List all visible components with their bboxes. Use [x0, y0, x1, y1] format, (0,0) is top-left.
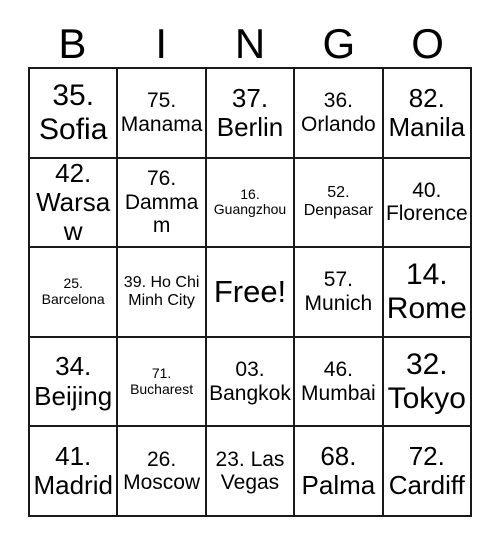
bingo-cell-label: 26. Moscow	[123, 447, 201, 495]
header-letter-i: I	[155, 20, 168, 67]
bingo-cell-label: 52. Denpasar	[303, 184, 374, 220]
bingo-cell-label: 25. Barcelona	[41, 275, 105, 307]
bingo-cell[interactable]: 37. Berlin	[206, 69, 296, 159]
bingo-cell-label: 46. Mumbai	[301, 358, 376, 405]
bingo-cell-label: 76. Dammam	[124, 167, 199, 238]
bingo-cell[interactable]: 46. Mumbai	[295, 337, 384, 428]
bingo-card: B I N G O 35. Sofia 75. Manama 37. Berli…	[28, 10, 472, 518]
bingo-cell-label: 72. Cardiff	[388, 441, 465, 501]
bingo-cell-free-label: Free!	[213, 273, 287, 309]
bingo-cell-label: 23. Las Vegas	[215, 447, 285, 495]
bingo-cell-label: 37. Berlin	[216, 82, 284, 142]
bingo-cell-label: 57. Munich	[304, 268, 373, 315]
bingo-cell-label: 16. Guangzhou	[213, 185, 287, 218]
bingo-cell[interactable]: 72. Cardiff	[383, 427, 472, 517]
bingo-cell[interactable]: 75. Manama	[118, 69, 207, 159]
bingo-cell-label: 82. Manila	[388, 82, 466, 142]
bingo-cell[interactable]: 26. Moscow	[118, 427, 207, 517]
bingo-cell[interactable]: 76. Dammam	[118, 158, 207, 249]
header-letter-n: N	[234, 20, 266, 67]
bingo-cell[interactable]: 36. Orlando	[295, 69, 384, 159]
bingo-cell-free[interactable]: Free!	[206, 248, 296, 338]
bingo-cell-label: 32. Tokyo	[387, 348, 466, 415]
bingo-cell-label: 71. Bucharest	[130, 364, 194, 397]
bingo-cell[interactable]: 39. Ho Chi Minh City	[118, 248, 207, 338]
bingo-cell-label: 40. Florence	[385, 178, 468, 226]
bingo-cell-label: 34. Beijing	[34, 351, 113, 411]
bingo-cell[interactable]: 68. Palma	[295, 427, 384, 517]
header-letter-o: O	[411, 20, 444, 67]
bingo-cell-label: 14. Rome	[386, 258, 467, 325]
bingo-cell[interactable]: 41. Madrid	[30, 427, 119, 517]
bingo-cell-label: 41. Madrid	[33, 441, 113, 501]
bingo-cell[interactable]: 35. Sofia	[30, 69, 119, 159]
bingo-cell[interactable]: 40. Florence	[383, 158, 472, 249]
bingo-cell[interactable]: 23. Las Vegas	[206, 427, 296, 517]
bingo-cell[interactable]: 82. Manila	[383, 69, 472, 159]
bingo-cell-label: 36. Orlando	[301, 89, 376, 136]
bingo-cell-label: 68. Palma	[301, 441, 376, 501]
bingo-cell-label: 35. Sofia	[39, 79, 108, 146]
bingo-cell[interactable]: 32. Tokyo	[383, 337, 472, 428]
bingo-cell[interactable]: 14. Rome	[383, 248, 472, 338]
bingo-cell[interactable]: 57. Munich	[295, 248, 384, 338]
bingo-grid: 35. Sofia 75. Manama 37. Berlin 36. Orla…	[28, 67, 472, 517]
bingo-cell[interactable]: 42. Warsaw	[30, 158, 119, 249]
bingo-cell[interactable]: 16. Guangzhou	[206, 158, 296, 249]
bingo-cell-label: 75. Manama	[120, 89, 203, 136]
bingo-cell-label: 42. Warsaw	[36, 158, 111, 246]
bingo-cell[interactable]: 03. Bangkok	[206, 337, 296, 428]
bingo-cell-label: 03. Bangkok	[209, 358, 291, 405]
bingo-cell-label: 39. Ho Chi Minh City	[123, 274, 200, 309]
bingo-header: B I N G O	[28, 10, 472, 67]
bingo-cell[interactable]: 52. Denpasar	[295, 158, 384, 249]
bingo-cell[interactable]: 34. Beijing	[30, 337, 119, 428]
bingo-cell[interactable]: 25. Barcelona	[30, 248, 119, 338]
header-letter-g: G	[322, 20, 356, 67]
header-letter-b: B	[58, 20, 87, 67]
bingo-cell[interactable]: 71. Bucharest	[118, 337, 207, 428]
